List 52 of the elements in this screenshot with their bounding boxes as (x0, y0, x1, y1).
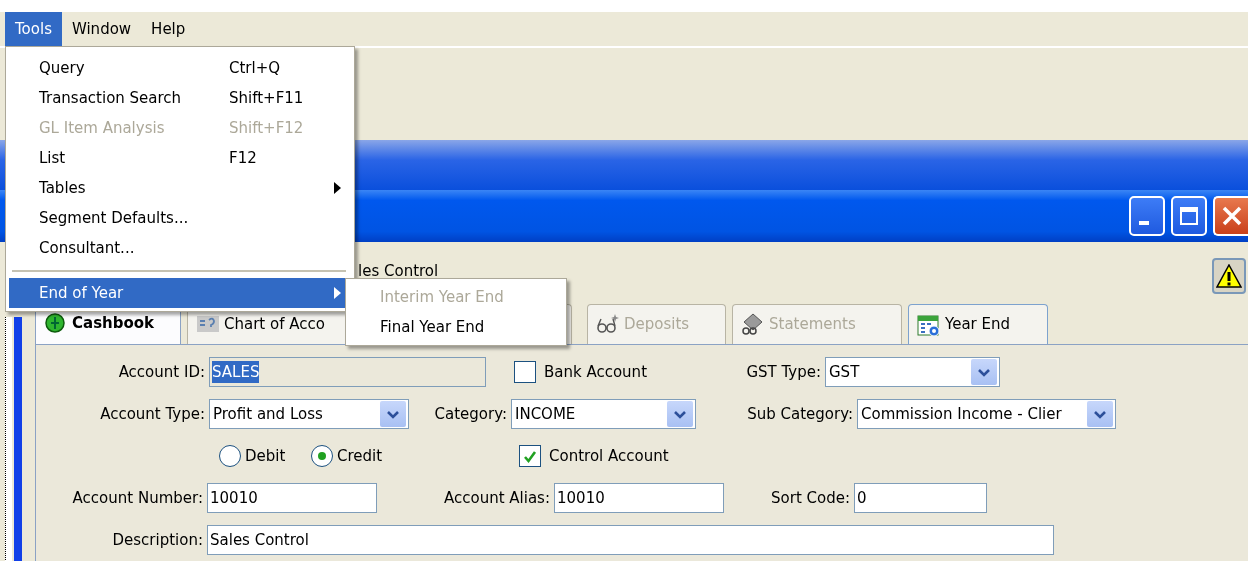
menu-item[interactable]: List F12 (9, 143, 354, 173)
input-field[interactable]: Sales Control (207, 525, 1054, 555)
menu-item[interactable]: Consultant... (9, 233, 354, 263)
radio-label: Debit (245, 445, 286, 467)
menu-item[interactable]: Final Year End (346, 312, 566, 342)
maximize-icon (1179, 206, 1199, 226)
dropdown[interactable]: Commission Income - Clier (857, 399, 1116, 429)
maximize-button[interactable] (1171, 196, 1207, 236)
field-label: Category: (433, 403, 508, 425)
field-label: Sub Category: (746, 403, 854, 425)
field-label: Description: (111, 529, 204, 551)
close-icon (1220, 205, 1243, 227)
minimize-icon (1139, 221, 1149, 225)
checkbox[interactable] (514, 361, 536, 383)
checkbox[interactable] (519, 445, 541, 467)
menu-bar-item[interactable]: Window (61, 12, 142, 46)
menu-item[interactable]: Tables (9, 173, 354, 203)
submenu-arrow-icon (333, 286, 342, 300)
glasses-icon (596, 313, 620, 336)
menu-item[interactable]: Transaction Search Shift+F11 (9, 83, 354, 113)
close-button[interactable] (1213, 196, 1248, 236)
dropdown[interactable]: INCOME (511, 399, 696, 429)
checkbox-label: Control Account (549, 445, 669, 467)
menu-item[interactable]: Query Ctrl+Q (9, 53, 354, 83)
dropdown[interactable]: Profit and Loss (209, 399, 409, 429)
input-field[interactable]: SALES (209, 357, 486, 387)
tab[interactable]: Year End (908, 304, 1048, 344)
menu-item[interactable]: Segment Defaults... (9, 203, 354, 233)
warning-icon (1216, 264, 1242, 288)
diamond-glasses-icon (741, 313, 765, 336)
checkbox-label: Bank Account (544, 361, 647, 383)
radio-button[interactable] (311, 445, 333, 467)
input-field[interactable]: 0 (854, 483, 987, 513)
field-label: Sort Code: (770, 487, 851, 509)
field-label: Account ID: (117, 361, 206, 383)
field-label: Account Type: (99, 403, 206, 425)
dropdown[interactable]: GST (825, 357, 1000, 387)
submenu-arrow-icon (333, 181, 342, 195)
radio-button[interactable] (219, 445, 241, 467)
plus-coin-icon (44, 312, 68, 335)
input-field[interactable]: 10010 (207, 483, 377, 513)
minimize-button[interactable] (1129, 196, 1165, 236)
account-title: les Control (358, 261, 439, 282)
field-label: Account Alias: (443, 487, 551, 509)
warning-button[interactable] (1212, 258, 1246, 294)
radio-label: Credit (337, 445, 383, 467)
field-label: Account Number: (71, 487, 204, 509)
menu-bar-item[interactable]: Tools (5, 12, 62, 46)
menu-bar-item[interactable]: Help (141, 12, 196, 46)
input-field[interactable]: 10010 (554, 483, 724, 513)
field-label: GST Type: (745, 361, 822, 383)
calendar-gear-icon (917, 313, 941, 336)
